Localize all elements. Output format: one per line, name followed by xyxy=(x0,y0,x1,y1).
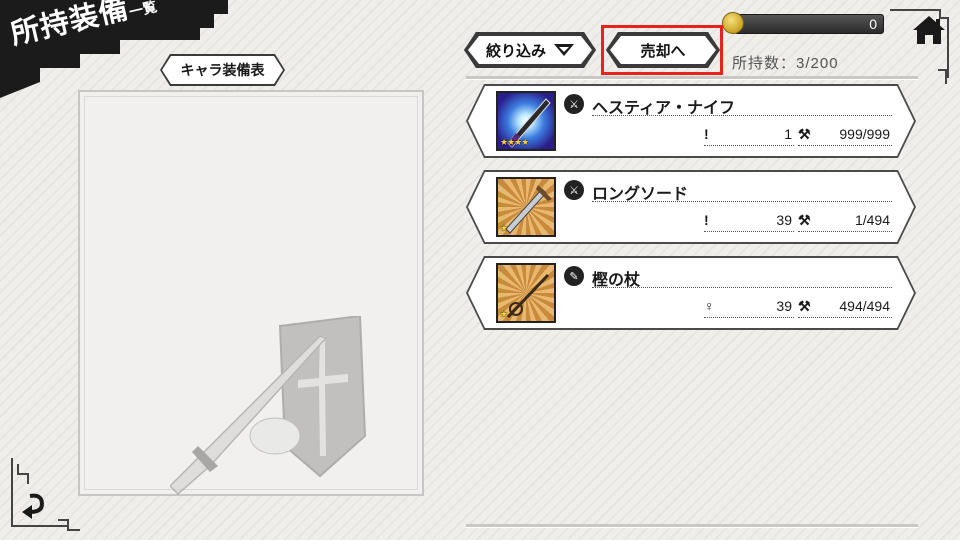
rarity-stars: ★ xyxy=(500,224,508,234)
rarity-stars: ★ xyxy=(500,310,508,320)
character-equipment-panel xyxy=(78,90,424,496)
tab-character-equipment-label: キャラ装備表 xyxy=(162,56,283,84)
filter-button[interactable]: 絞り込み xyxy=(464,32,596,68)
back-button[interactable] xyxy=(8,454,84,534)
equipment-name: ロングソード xyxy=(592,178,892,202)
wand-icon: ✎ xyxy=(564,266,584,286)
exclamation-icon: ! xyxy=(704,212,709,228)
dagger-icon: ⚔ xyxy=(564,94,584,114)
anvil-icon: ⚒ xyxy=(798,212,811,228)
back-arrow-icon xyxy=(22,493,45,519)
home-button[interactable] xyxy=(908,10,950,52)
equipment-row[interactable]: ★ ✎ 樫の杖 ♀ 39 ⚒ 494/494 xyxy=(466,256,916,330)
equipment-stat-a: ! 39 xyxy=(704,210,794,232)
anvil-icon: ⚒ xyxy=(798,298,811,314)
tab-character-equipment[interactable]: キャラ装備表 xyxy=(160,54,285,86)
equipment-name: ヘスティア・ナイフ xyxy=(592,92,892,116)
key-icon: ♀ xyxy=(704,298,715,314)
rarity-stars: ★★★★ xyxy=(500,138,529,148)
sword-icon: ⚔ xyxy=(564,180,584,200)
equipment-name: 樫の杖 xyxy=(592,264,892,288)
item-count: 所持数：3/200 xyxy=(732,55,839,72)
equipment-stat-a: ♀ 39 xyxy=(704,296,794,318)
equipment-thumbnail: ★ xyxy=(496,263,556,323)
chevron-down-icon xyxy=(554,43,574,57)
equipment-thumbnail: ★★★★ xyxy=(496,91,556,151)
home-icon xyxy=(913,16,945,44)
divider xyxy=(466,76,918,80)
equipment-thumbnail: ★ xyxy=(496,177,556,237)
equipment-row[interactable]: ★★★★ ⚔ ヘスティア・ナイフ ! 1 ⚒ 999/999 xyxy=(466,84,916,158)
highlight-box xyxy=(601,25,723,75)
shield-sword-art xyxy=(170,316,367,496)
divider xyxy=(466,524,918,528)
coin-icon xyxy=(722,12,744,34)
equipment-durability: ⚒ 999/999 xyxy=(798,124,892,146)
equipment-durability: ⚒ 494/494 xyxy=(798,296,892,318)
filter-button-label: 絞り込み xyxy=(485,41,546,60)
coin-balance: 0 xyxy=(734,14,884,34)
coin-value: 0 xyxy=(869,16,877,32)
anvil-icon: ⚒ xyxy=(798,126,811,142)
equipment-durability: ⚒ 1/494 xyxy=(798,210,892,232)
exclamation-icon: ! xyxy=(704,126,709,142)
equipment-stat-a: ! 1 xyxy=(704,124,794,146)
equipment-row[interactable]: ★ ⚔ ロングソード ! 39 ⚒ 1/494 xyxy=(466,170,916,244)
